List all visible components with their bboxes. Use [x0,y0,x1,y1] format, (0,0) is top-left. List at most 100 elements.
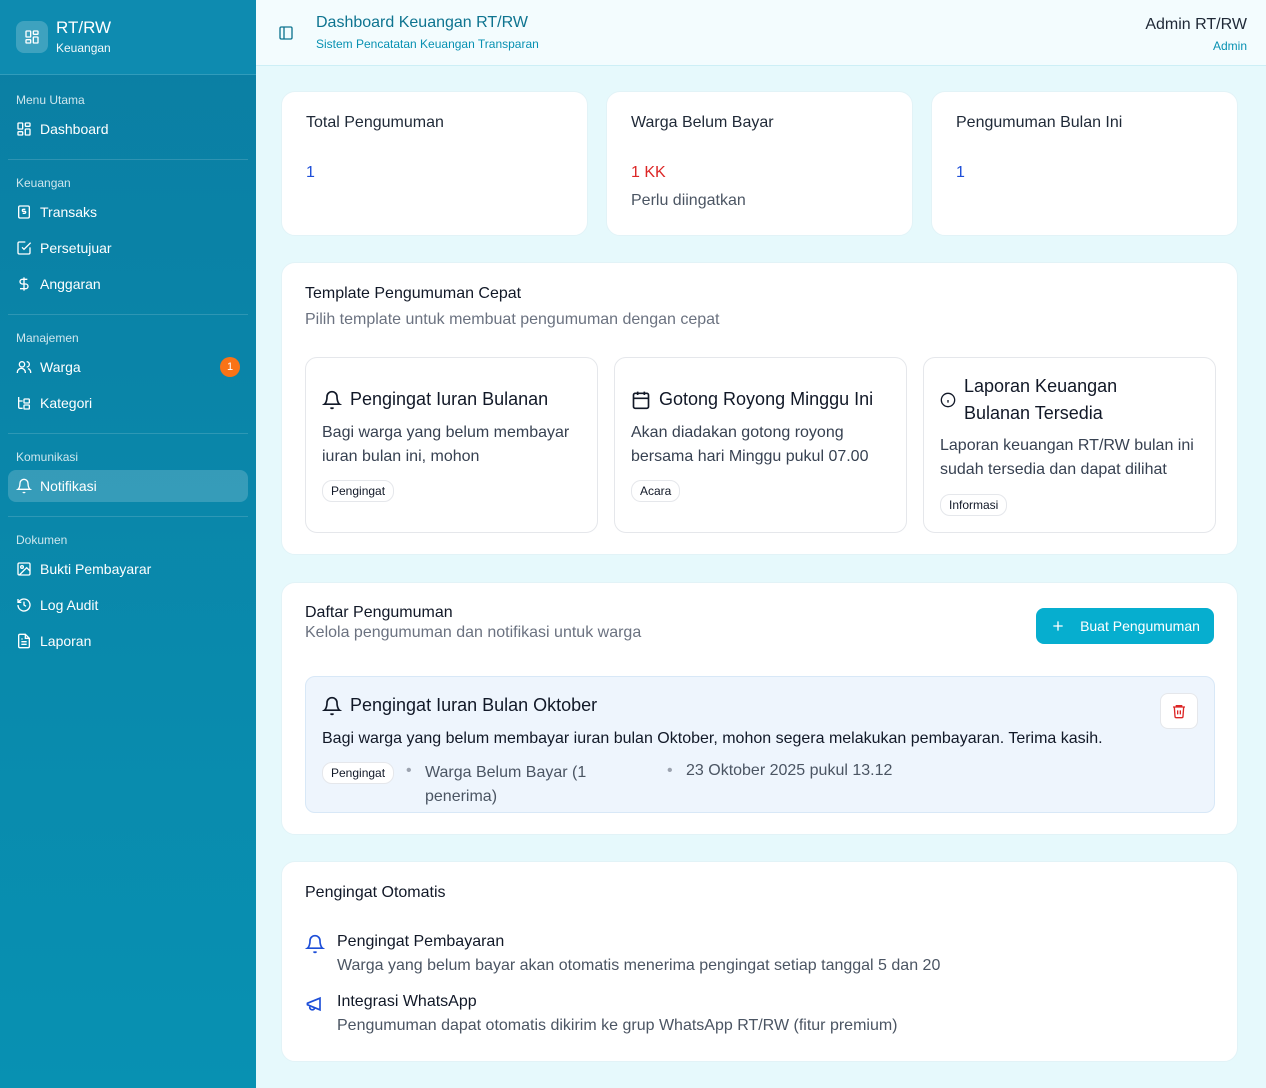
template-card-laporan[interactable]: Laporan Keuangan Bulanan Tersedia Lapora… [923,357,1216,533]
brand-subtitle: Keuangan [56,41,111,55]
sidebar-heading: Dokumen [16,533,68,547]
button-label: Buat Pengumuman [1080,618,1200,634]
image-icon [16,561,32,577]
dollar-icon [16,276,32,292]
user-name: Admin RT/RW [1145,16,1247,33]
stat-value: 1 [956,164,965,181]
sidebar-item-label: Bukti Pembayarar [40,561,152,577]
template-body: Akan diadakan gotong royong bersama hari… [631,424,869,465]
sidebar-divider [8,314,248,315]
announcement-tag: Pengingat [322,762,395,784]
announcement-item: Pengingat Iuran Bulan Oktober Bagi warga… [305,676,1215,813]
sidebar-item-label: Notifikasi [40,478,97,494]
stat-card-total-pengumuman: Total Pengumuman 1 [281,91,588,236]
sidebar-item-label: Log Audit [40,597,99,613]
page-subtitle: Sistem Pencatatan Keuangan Transparan [316,37,539,51]
delete-announcement-button[interactable] [1160,693,1198,729]
dashboard-icon [16,21,48,53]
template-body: Laporan keuangan RT/RW bulan ini sudah t… [940,437,1194,478]
info-icon [940,392,956,408]
section-title: Template Pengumuman Cepat [305,285,522,302]
sidebar-item-label: Kategori [40,395,93,411]
template-card-gotong-royong[interactable]: Gotong Royong Minggu Ini Akan diadakan g… [614,357,907,533]
reminder-item-pembayaran: Pengingat Pembayaran Warga yang belum ba… [305,932,940,976]
reminder-title: Integrasi WhatsApp [337,993,477,1010]
announcement-date: 23 Oktober 2025 pukul 13.12 [686,762,893,779]
sidebar-item-anggaran[interactable]: Anggaran [8,268,248,300]
sidebar-toggle-icon[interactable] [278,25,294,41]
template-title-row: Laporan Keuangan Bulanan Tersedia [940,373,1180,427]
sidebar-section-manajemen: Manajemen Warga 1 Kategori [0,329,256,419]
sidebar-item-bukti-pembayaran[interactable]: Bukti Pembayarar [8,553,248,585]
create-announcement-button[interactable]: Buat Pengumuman [1036,608,1214,644]
brand-title: RT/RW [56,18,112,37]
sidebar-item-kategori[interactable]: Kategori [8,387,248,419]
stat-value: 1 [306,164,315,181]
sidebar-item-persetujuan[interactable]: Persetujuar [8,232,248,264]
template-title-row: Gotong Royong Minggu Ini [631,389,873,410]
sidebar-item-label: Persetujuar [40,240,112,256]
reminder-item-whatsapp: Integrasi WhatsApp Pengumuman dapat otom… [305,992,898,1036]
section-subtitle: Pilih template untuk membuat pengumuman … [305,311,720,328]
bell-icon [305,934,325,954]
sidebar-item-warga[interactable]: Warga 1 [8,351,248,383]
template-tag: Acara [631,480,681,502]
stat-note: Perlu diingatkan [631,192,746,209]
sidebar-item-label: Warga [40,359,81,375]
sidebar-divider [8,516,248,517]
tree-icon [16,395,32,411]
sidebar-item-label: Transaks [40,204,98,220]
history-icon [16,597,32,613]
template-body: Bagi warga yang belum membayar iuran bul… [322,424,570,465]
sidebar-item-transaksi[interactable]: Transaks [8,196,248,228]
sidebar-item-label: Anggaran [40,276,101,292]
sidebar-item-label: Laporan [40,633,92,649]
template-title: Laporan Keuangan Bulanan Tersedia [964,376,1118,423]
calendar-icon [631,390,651,410]
section-title: Pengingat Otomatis [305,884,446,901]
file-icon [16,633,32,649]
warga-count-badge: 1 [220,357,240,377]
sidebar-divider [8,433,248,434]
meta-separator: • [667,762,673,779]
sidebar: RT/RW Keuangan Menu Utama Dashboard Keua… [0,0,256,1088]
sidebar-heading: Komunikasi [16,450,79,464]
announcement-recipients: Warga Belum Bayar (1 penerima) [425,764,587,805]
meta-separator: • [406,762,412,779]
announcement-section: Daftar Pengumuman Kelola pengumuman dan … [281,582,1238,835]
reminder-desc: Pengumuman dapat otomatis dikirim ke gru… [337,1017,898,1034]
section-subtitle: Kelola pengumuman dan notifikasi untuk w… [305,624,642,641]
users-icon [16,359,32,375]
check-square-icon [16,240,32,256]
sidebar-item-dashboard[interactable]: Dashboard [8,113,248,145]
user-info[interactable]: Admin RT/RW Admin [1145,15,1247,54]
template-section: Template Pengumuman Cepat Pilih template… [281,262,1238,555]
receipt-icon [16,204,32,220]
stat-label: Total Pengumuman [306,114,444,131]
reminder-title: Pengingat Pembayaran [337,933,505,950]
sidebar-item-log-audit[interactable]: Log Audit [8,589,248,621]
section-title: Daftar Pengumuman [305,604,453,621]
sidebar-item-laporan[interactable]: Laporan [8,625,248,657]
template-card-iuran[interactable]: Pengingat Iuran Bulanan Bagi warga yang … [305,357,598,533]
sidebar-divider [8,159,248,160]
trash-icon [1171,703,1187,719]
template-title: Gotong Royong Minggu Ini [659,389,874,409]
sidebar-section-komunikasi: Komunikasi Notifikasi [0,448,256,502]
user-role: Admin [1212,39,1247,53]
stat-label: Pengumuman Bulan Ini [956,114,1123,131]
megaphone-icon [305,994,325,1014]
stat-value: 1 KK [631,164,666,181]
top-header: Dashboard Keuangan RT/RW Sistem Pencatat… [256,0,1266,66]
sidebar-section-menu-utama: Menu Utama Dashboard [0,91,256,145]
template-title: Pengingat Iuran Bulanan [350,389,549,409]
plus-icon [1050,618,1066,634]
sidebar-section-dokumen: Dokumen Bukti Pembayarar Log Audit Lapor… [0,531,256,657]
brand[interactable]: RT/RW Keuangan [0,0,256,75]
template-tag: Informasi [940,494,1008,516]
sidebar-heading: Manajemen [16,331,79,345]
sidebar-item-notifikasi[interactable]: Notifikasi [8,470,248,502]
bell-icon [322,696,342,716]
sidebar-heading: Keuangan [16,176,71,190]
page-title: Dashboard Keuangan RT/RW [316,14,528,31]
